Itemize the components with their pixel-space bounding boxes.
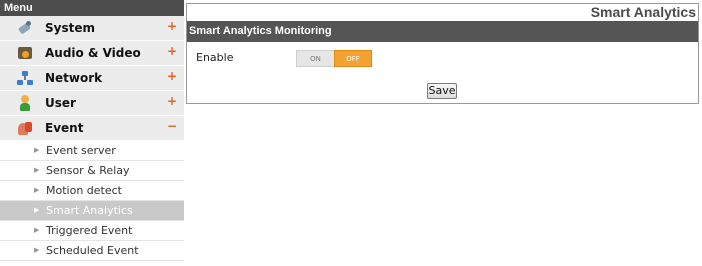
submenu-item-label: Smart Analytics [46, 204, 133, 217]
submenu-item-label: Triggered Event [46, 224, 133, 237]
sidebar-item-event[interactable]: Event − [0, 116, 184, 141]
sidebar-item-label: Audio & Video [45, 46, 141, 60]
sidebar-item-network[interactable]: Network + [0, 66, 184, 91]
gear-icon [17, 20, 33, 36]
event-icon [17, 120, 33, 136]
submenu-item-sensor-relay[interactable]: ▶ Sensor & Relay [0, 161, 184, 181]
submenu-item-label: Scheduled Event [46, 244, 139, 257]
expand-icon[interactable]: + [167, 44, 177, 58]
sidebar-item-label: System [45, 21, 95, 35]
submenu-item-label: Event server [46, 144, 116, 157]
toggle-on-option[interactable]: ON [296, 50, 334, 67]
submenu-item-motion-detect[interactable]: ▶ Motion detect [0, 181, 184, 201]
submenu-item-triggered-event[interactable]: ▶ Triggered Event [0, 221, 184, 241]
triangle-right-icon: ▶ [34, 206, 40, 214]
section-header: Smart Analytics Monitoring [187, 21, 698, 42]
camera-icon [17, 45, 33, 61]
sidebar-item-label: User [45, 96, 76, 110]
submenu-item-smart-analytics[interactable]: ▶ Smart Analytics [0, 201, 184, 221]
triangle-right-icon: ▶ [34, 186, 40, 194]
page-title: Smart Analytics [590, 4, 696, 20]
toggle-off-option[interactable]: OFF [334, 50, 372, 67]
main-panel: Smart Analytics Smart Analytics Monitori… [186, 3, 699, 104]
sidebar-item-audio-video[interactable]: Audio & Video + [0, 41, 184, 66]
submenu-item-event-server[interactable]: ▶ Event server [0, 141, 184, 161]
expand-icon[interactable]: + [167, 19, 177, 33]
sidebar-item-label: Network [45, 71, 103, 85]
triangle-right-icon: ▶ [34, 146, 40, 154]
enable-label: Enable [196, 51, 234, 64]
triangle-right-icon: ▶ [34, 226, 40, 234]
sidebar-item-system[interactable]: System + [0, 16, 184, 41]
expand-icon[interactable]: + [167, 94, 177, 108]
sidebar-menu: Menu System + Audio & Video + Network + … [0, 0, 184, 266]
save-button[interactable]: Save [427, 83, 457, 99]
menu-header: Menu [0, 0, 184, 16]
user-icon [17, 95, 33, 111]
triangle-right-icon: ▶ [34, 166, 40, 174]
expand-icon[interactable]: + [167, 69, 177, 83]
event-submenu: ▶ Event server ▶ Sensor & Relay ▶ Motion… [0, 141, 184, 261]
sidebar-item-user[interactable]: User + [0, 91, 184, 116]
enable-toggle[interactable]: ON OFF [296, 50, 372, 67]
triangle-right-icon: ▶ [34, 246, 40, 254]
sidebar-item-label: Event [45, 121, 84, 135]
submenu-item-scheduled-event[interactable]: ▶ Scheduled Event [0, 241, 184, 261]
submenu-item-label: Sensor & Relay [46, 164, 130, 177]
network-icon [17, 70, 33, 86]
collapse-icon[interactable]: − [167, 119, 177, 133]
submenu-item-label: Motion detect [46, 184, 122, 197]
